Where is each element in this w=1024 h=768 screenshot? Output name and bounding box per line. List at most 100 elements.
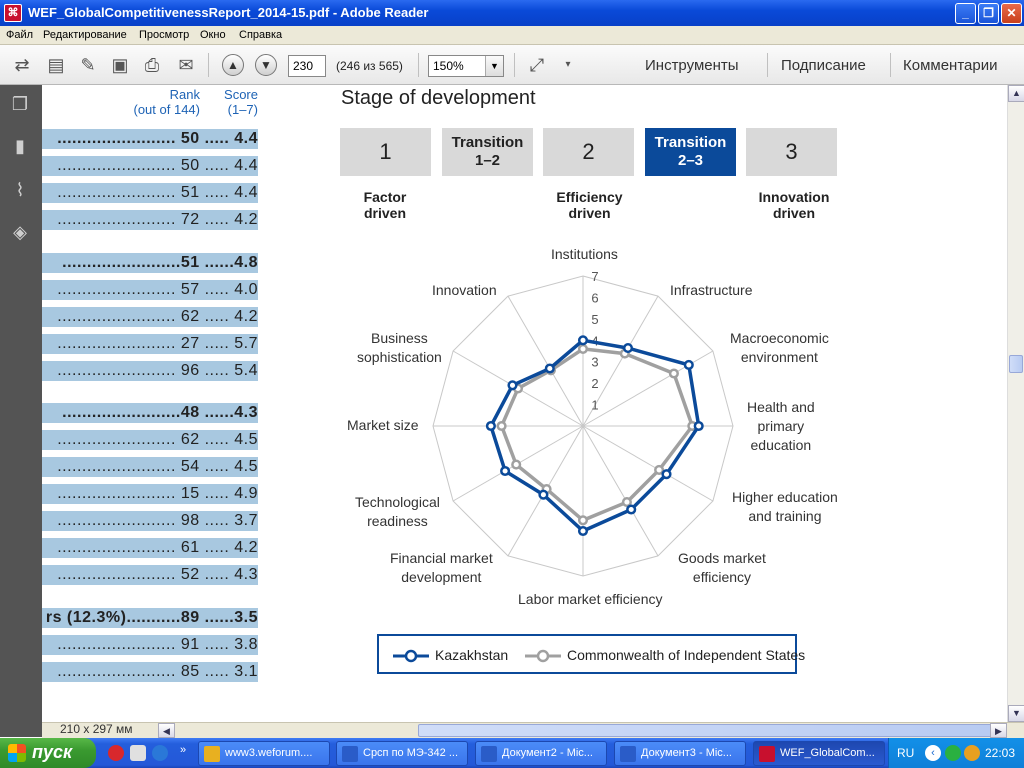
page-number-input[interactable]: 230 <box>288 55 326 77</box>
radar-point <box>577 525 589 537</box>
radar-tick-label: 1 <box>591 398 598 413</box>
task-app-icon <box>342 746 358 762</box>
legend-label-cis: Commonwealth of Independent States <box>567 647 806 663</box>
radar-tick-label: 6 <box>591 290 598 305</box>
windows-logo-icon <box>8 744 26 762</box>
toolbar-options-icon[interactable]: ▾ <box>556 53 580 77</box>
radar-point <box>693 420 704 432</box>
radar-point <box>668 368 679 379</box>
taskbar-task-button[interactable]: WEF_GlobalCom... <box>753 741 885 766</box>
create-pdf-icon[interactable]: ⇄ <box>10 53 34 77</box>
quicklaunch-expand-icon[interactable]: » <box>180 744 186 756</box>
start-label: пуск <box>32 742 73 762</box>
radar-point <box>577 335 589 346</box>
toolbar-separator <box>208 53 209 77</box>
toolbar-separator <box>514 53 515 77</box>
legend-swatch-kazakhstan <box>393 649 429 663</box>
radar-point <box>577 343 589 354</box>
tray-arrow-icon[interactable]: ‹ <box>925 745 941 761</box>
previous-page-button[interactable]: ▲ <box>222 54 244 76</box>
save-icon[interactable]: ▣ <box>108 53 132 77</box>
legend-label-kazakhstan: Kazakhstan <box>435 647 509 663</box>
radar-axis-label: Institutions <box>551 246 618 262</box>
horizontal-scrollbar[interactable]: ◀ ▶ <box>42 722 1024 738</box>
task-label: www3.weforum.... <box>225 747 313 759</box>
horizontal-scroll-thumb[interactable] <box>418 724 993 737</box>
radar-tick-label: 7 <box>591 269 598 284</box>
edit-pdf-icon[interactable]: ✎ <box>76 53 100 77</box>
taskbar-task-button[interactable]: Документ2 - Mic... <box>475 741 607 766</box>
email-icon[interactable]: ✉ <box>174 53 198 77</box>
radar-point <box>507 380 518 391</box>
tools-pane-button[interactable]: Инструменты <box>645 57 739 74</box>
scroll-left-icon[interactable]: ◀ <box>158 723 175 738</box>
attachments-icon[interactable]: ⌇ <box>9 179 31 201</box>
menu-help[interactable]: Справка <box>239 29 282 41</box>
comments-pane-button[interactable]: Комментарии <box>903 57 997 74</box>
scroll-up-icon[interactable]: ▲ <box>1008 85 1024 102</box>
menu-window[interactable]: Окно <box>200 29 226 41</box>
vertical-scroll-thumb[interactable] <box>1009 355 1023 373</box>
desktop-icon[interactable] <box>130 745 146 761</box>
bookmarks-icon[interactable]: ▮ <box>9 135 31 157</box>
task-label: Срсп по МЭ-342 ... <box>363 747 459 759</box>
internet-explorer-icon[interactable] <box>152 745 168 761</box>
next-page-button[interactable]: ▼ <box>255 54 277 76</box>
radar-point <box>622 343 634 354</box>
zoom-select[interactable]: 150% ▼ <box>428 55 504 77</box>
radar-axis-label: Health and primary education <box>747 399 815 453</box>
export-pdf-icon[interactable]: ▤ <box>44 53 68 77</box>
radar-axis-label: Financial market development <box>390 550 493 585</box>
taskbar-task-button[interactable]: www3.weforum.... <box>198 741 330 766</box>
system-tray: RU ‹ 22:03 <box>888 738 1024 768</box>
task-label: Документ3 - Mic... <box>641 747 732 759</box>
minimize-button[interactable]: _ <box>955 3 976 24</box>
radar-axis-label: Labor market efficiency <box>518 591 663 607</box>
toolbar: ⇄ ▤ ✎ ▣ ⎙ ✉ ▲ ▼ 230 (246 из 565) 150% ▼ … <box>0 45 1024 85</box>
scroll-down-icon[interactable]: ▼ <box>1008 705 1024 722</box>
vertical-scrollbar[interactable]: ▲ ▼ <box>1007 85 1024 722</box>
radar-point <box>511 459 522 470</box>
print-icon[interactable]: ⎙ <box>140 53 164 77</box>
menu-edit[interactable]: Редактирование <box>43 29 127 41</box>
tray-app-icon[interactable] <box>964 745 980 761</box>
tray-network-icon[interactable] <box>945 745 961 761</box>
zoom-value: 150% <box>433 59 464 73</box>
full-screen-icon[interactable]: ⤢ <box>525 53 549 77</box>
taskbar-task-button[interactable]: Срсп по МЭ-342 ... <box>336 741 468 766</box>
radar-point <box>661 469 672 480</box>
radar-axis-label: Business sophistication <box>357 330 442 365</box>
menu-view[interactable]: Просмотр <box>139 29 189 41</box>
radar-point <box>626 504 637 515</box>
scroll-right-icon[interactable]: ▶ <box>990 723 1007 738</box>
radar-point <box>485 420 496 432</box>
task-label: Документ2 - Mic... <box>502 747 593 759</box>
sign-pane-button[interactable]: Подписание <box>781 57 866 74</box>
restore-button[interactable]: ❐ <box>978 3 999 24</box>
document-page: Rank (out of 144) Score (1–7) ..........… <box>42 85 1007 722</box>
radar-axis-label: Market size <box>347 417 419 433</box>
menu-file[interactable]: Файл <box>6 29 33 41</box>
taskbar-task-button[interactable]: Документ3 - Mic... <box>614 741 746 766</box>
radar-point <box>577 515 589 526</box>
task-app-icon <box>204 746 220 762</box>
radar-axis-label: Infrastructure <box>670 282 753 298</box>
radar-axis-label: Higher education and training <box>732 489 838 524</box>
toolbar-separator <box>890 53 891 77</box>
chart-legend: Kazakhstan Commonwealth of Independent S… <box>377 634 805 674</box>
page-size-label: 210 x 297 мм <box>60 722 133 736</box>
start-button[interactable]: пуск <box>0 738 96 768</box>
chevron-down-icon[interactable]: ▼ <box>485 56 503 76</box>
radar-axis-label: Goods market efficiency <box>678 550 766 585</box>
close-button[interactable]: ✕ <box>1001 3 1022 24</box>
radar-axis-label: Innovation <box>432 282 497 298</box>
radar-point <box>544 363 555 374</box>
legend-swatch-cis <box>525 649 561 663</box>
layers-icon[interactable]: ◈ <box>9 221 31 243</box>
opera-icon[interactable] <box>108 745 124 761</box>
window-title: WEF_GlobalCompetitivenessReport_2014-15.… <box>28 5 429 20</box>
page-thumbnails-icon[interactable]: ❐ <box>9 93 31 115</box>
language-indicator[interactable]: RU <box>897 746 914 760</box>
radar-tick-label: 5 <box>591 312 598 327</box>
toolbar-separator <box>767 53 768 77</box>
